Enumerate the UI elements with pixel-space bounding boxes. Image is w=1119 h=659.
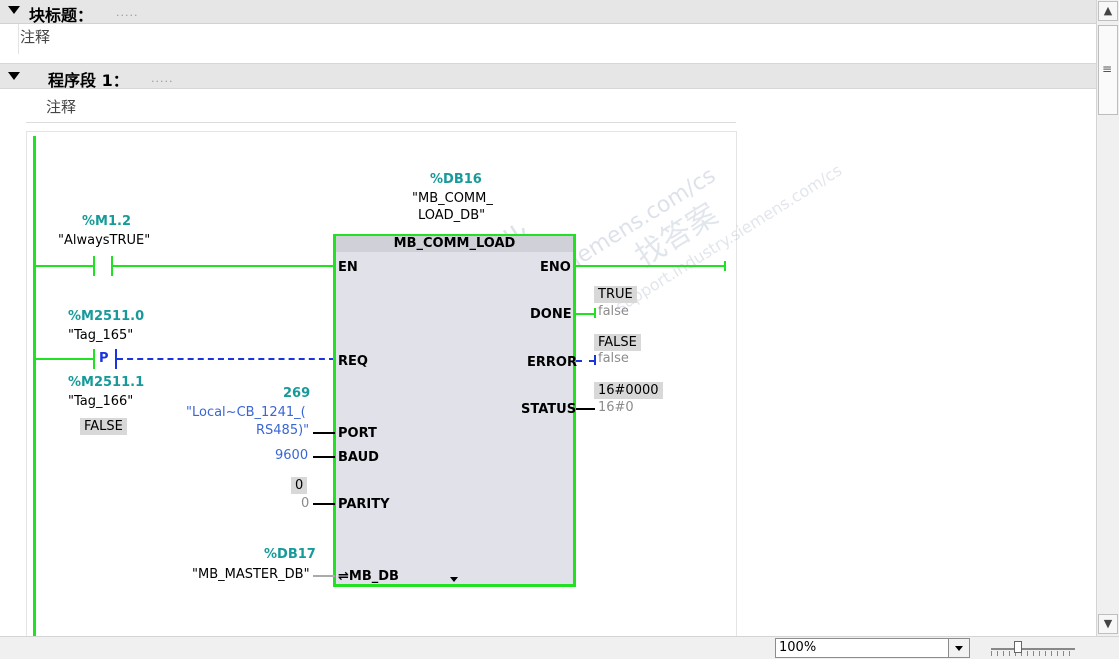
done-monitor-value: TRUE xyxy=(594,286,637,303)
error-monitor-value: FALSE xyxy=(594,334,641,351)
done-wire xyxy=(576,313,595,315)
expand-pins-icon[interactable] xyxy=(450,577,458,582)
zoom-slider-thumb[interactable] xyxy=(1014,641,1022,653)
power-rail xyxy=(33,136,36,636)
block-title-value[interactable]: ..... xyxy=(116,6,138,19)
pin-parity: PARITY xyxy=(338,497,390,512)
network-header[interactable]: 程序段 1： ..... xyxy=(0,63,1096,91)
pin-mb-db: ⇌MB_DB xyxy=(338,569,399,584)
network-title-value[interactable]: ..... xyxy=(151,72,173,85)
fb-type-name[interactable]: MB_COMM_LOAD xyxy=(336,236,573,252)
done-wire-end xyxy=(594,308,596,318)
zoom-dropdown-icon[interactable] xyxy=(948,638,970,658)
eno-wire-end xyxy=(724,261,726,271)
rung-wire xyxy=(36,265,93,267)
fb-instance-name[interactable]: LOAD_DB" xyxy=(418,208,485,223)
param-wire xyxy=(313,575,335,577)
scroll-up-icon[interactable]: ▲ xyxy=(1098,1,1118,21)
pin-done: DONE xyxy=(530,307,572,322)
pin-eno: ENO xyxy=(540,260,571,275)
network-title[interactable]: 程序段 1： xyxy=(48,67,129,91)
rung-wire xyxy=(113,265,335,267)
scroll-down-icon[interactable]: ▼ xyxy=(1098,614,1118,634)
pin-en: EN xyxy=(338,260,358,275)
contact-tag-name[interactable]: "Tag_165" xyxy=(68,328,133,343)
status-wire xyxy=(576,408,595,410)
contact-address[interactable]: %M2511.0 xyxy=(68,309,144,324)
collapse-triangle-icon[interactable] xyxy=(8,6,20,14)
port-param-value[interactable]: 269 xyxy=(283,386,310,401)
port-param-name[interactable]: RS485)" xyxy=(256,423,309,438)
param-wire xyxy=(313,432,335,434)
zoom-slider-ticks xyxy=(991,651,1075,656)
error-value[interactable]: false xyxy=(598,351,629,366)
block-title[interactable]: 块标题： xyxy=(29,2,93,26)
pin-baud: BAUD xyxy=(338,450,379,465)
rung-wire-unpowered xyxy=(117,358,335,360)
contact-p-edge[interactable] xyxy=(93,349,95,369)
block-header[interactable]: 块标题： ..... xyxy=(0,0,1096,26)
baud-param-value[interactable]: 9600 xyxy=(275,448,308,463)
network-comment-divider xyxy=(26,122,736,123)
status-value[interactable]: 16#0 xyxy=(598,400,634,415)
edge-memory-address[interactable]: %M2511.1 xyxy=(68,375,144,390)
param-wire xyxy=(313,456,335,458)
error-wire-end xyxy=(594,355,596,365)
collapse-triangle-icon[interactable] xyxy=(8,72,20,80)
block-comment-divider xyxy=(18,24,19,54)
contact-type-label: P xyxy=(99,351,109,366)
done-value[interactable]: false xyxy=(598,304,629,319)
status-monitor-value: 16#0000 xyxy=(594,382,663,399)
pin-req: REQ xyxy=(338,354,368,369)
contact-no[interactable] xyxy=(93,256,95,276)
param-wire xyxy=(313,503,335,505)
error-wire xyxy=(576,360,595,362)
edge-memory-monitor-value: FALSE xyxy=(80,418,127,435)
fb-instance-address[interactable]: %DB16 xyxy=(430,172,482,187)
pin-error: ERROR xyxy=(527,355,577,370)
edge-memory-tag-name[interactable]: "Tag_166" xyxy=(68,394,133,409)
eno-wire xyxy=(576,265,726,267)
contact-tag-name[interactable]: "AlwaysTRUE" xyxy=(58,233,150,248)
parity-monitor-value: 0 xyxy=(291,477,308,494)
network-comment[interactable]: 注释 xyxy=(46,96,76,117)
mbdb-param-name[interactable]: "MB_MASTER_DB" xyxy=(192,567,310,582)
fb-instance-name[interactable]: "MB_COMM_ xyxy=(412,191,493,206)
zoom-slider[interactable] xyxy=(991,648,1075,650)
pin-port: PORT xyxy=(338,426,377,441)
pin-status: STATUS xyxy=(521,402,577,417)
contact-address[interactable]: %M1.2 xyxy=(82,214,131,229)
port-param-name[interactable]: "Local~CB_1241_( xyxy=(186,405,306,420)
scroll-grip-icon: ≡ xyxy=(1102,62,1113,76)
block-comment[interactable]: 注释 xyxy=(20,26,50,47)
mbdb-param-address[interactable]: %DB17 xyxy=(264,547,316,562)
rung-wire xyxy=(36,358,93,360)
parity-param-value[interactable]: 0 xyxy=(301,496,309,511)
zoom-select[interactable]: 100% xyxy=(775,638,970,658)
